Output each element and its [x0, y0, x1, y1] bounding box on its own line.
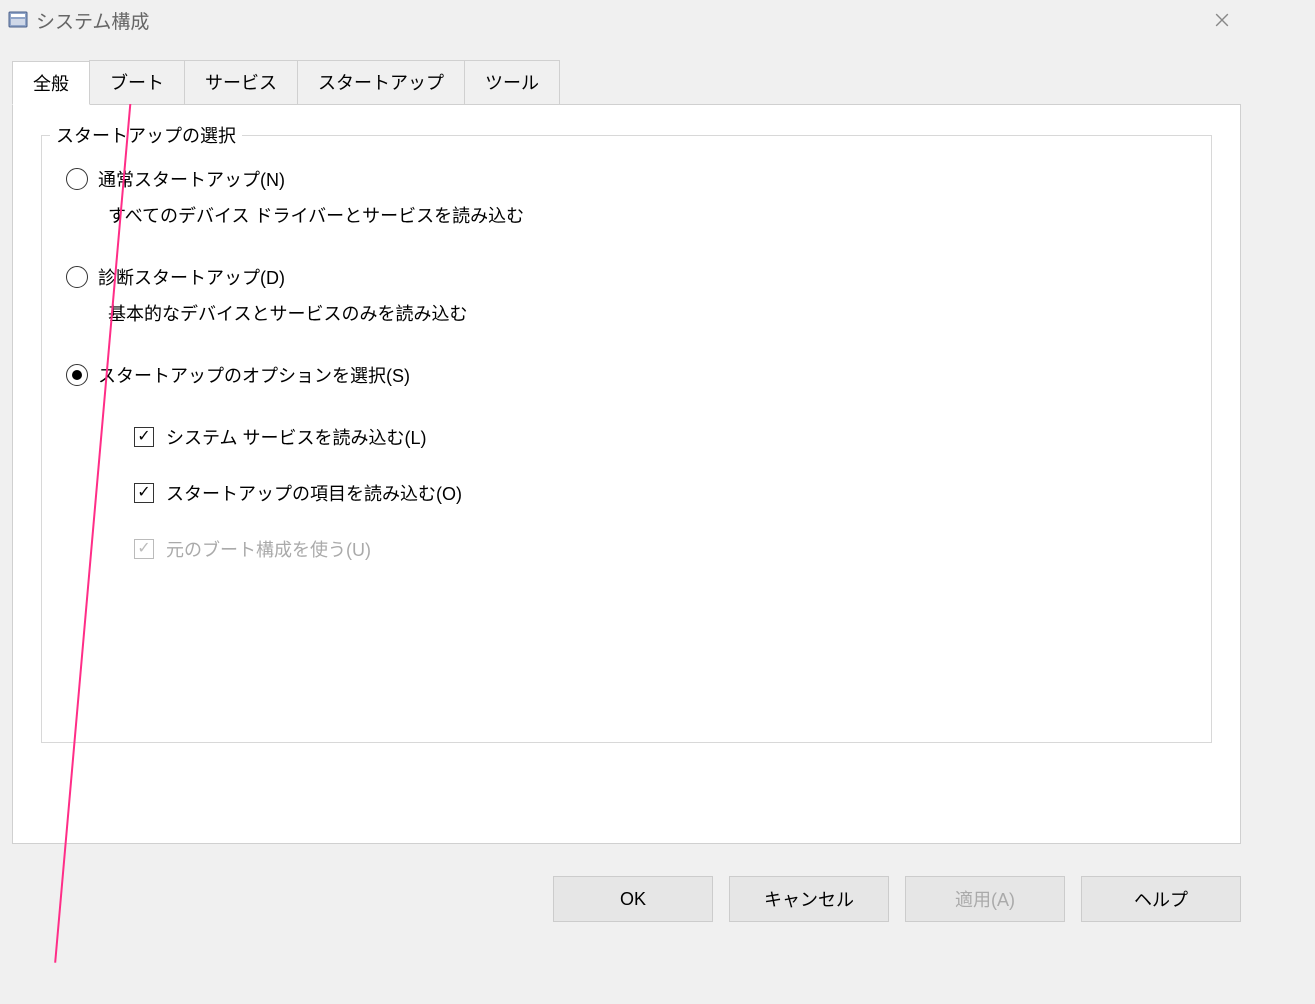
checkbox-label: スタートアップの項目を読み込む(O) [166, 480, 462, 506]
group-legend: スタートアップの選択 [50, 122, 242, 148]
radio-label: スタートアップのオプションを選択(S) [98, 362, 410, 388]
radio-label: 通常スタートアップ(N) [98, 166, 285, 192]
window: システム構成 全般 ブート サービス スタートアップ ツール スタートアップの選… [0, 0, 1253, 934]
tab-label: ブート [110, 73, 164, 93]
tab-tools[interactable]: ツール [464, 60, 560, 104]
checkbox-load-system-services[interactable]: システム サービスを読み込む(L) [134, 424, 1187, 450]
window-title: システム構成 [36, 7, 1199, 34]
tab-label: スタートアップ [318, 73, 444, 93]
titlebar: システム構成 [0, 0, 1253, 40]
tab-services[interactable]: サービス [184, 60, 298, 104]
checkbox-icon [134, 539, 154, 559]
radio-diagnostic-startup[interactable]: 診断スタートアップ(D) [66, 264, 1187, 290]
app-icon [8, 10, 28, 30]
content-area: 全般 ブート サービス スタートアップ ツール スタートアップの選択 通常スター… [0, 40, 1253, 856]
tabstrip: 全般 ブート サービス スタートアップ ツール [12, 60, 1241, 104]
cancel-button[interactable]: キャンセル [729, 876, 889, 922]
apply-button: 適用(A) [905, 876, 1065, 922]
radio-diagnostic-desc: 基本的なデバイスとサービスのみを読み込む [108, 300, 1187, 326]
tab-label: ツール [485, 73, 539, 93]
button-bar: OK キャンセル 適用(A) ヘルプ [553, 876, 1241, 922]
radio-icon [66, 168, 88, 190]
checkbox-icon [134, 483, 154, 503]
radio-icon [66, 364, 88, 386]
tab-panel-general: スタートアップの選択 通常スタートアップ(N) すべてのデバイス ドライバーとサ… [12, 104, 1241, 844]
checkbox-label: 元のブート構成を使う(U) [166, 536, 371, 562]
tab-general[interactable]: 全般 [12, 61, 90, 105]
radio-selective-startup[interactable]: スタートアップのオプションを選択(S) [66, 362, 1187, 388]
tab-startup[interactable]: スタートアップ [297, 60, 465, 104]
checkbox-use-original-boot: 元のブート構成を使う(U) [134, 536, 1187, 562]
checkbox-icon [134, 427, 154, 447]
checkbox-label: システム サービスを読み込む(L) [166, 424, 426, 450]
ok-button[interactable]: OK [553, 876, 713, 922]
startup-selection-group: スタートアップの選択 通常スタートアップ(N) すべてのデバイス ドライバーとサ… [41, 135, 1212, 743]
radio-normal-desc: すべてのデバイス ドライバーとサービスを読み込む [108, 202, 1187, 228]
tab-label: サービス [205, 73, 277, 93]
radio-label: 診断スタートアップ(D) [98, 264, 285, 290]
tab-boot[interactable]: ブート [89, 60, 185, 104]
checkbox-load-startup-items[interactable]: スタートアップの項目を読み込む(O) [134, 480, 1187, 506]
tab-label: 全般 [33, 74, 69, 94]
close-button[interactable] [1199, 4, 1245, 36]
help-button[interactable]: ヘルプ [1081, 876, 1241, 922]
radio-icon [66, 266, 88, 288]
radio-normal-startup[interactable]: 通常スタートアップ(N) [66, 166, 1187, 192]
